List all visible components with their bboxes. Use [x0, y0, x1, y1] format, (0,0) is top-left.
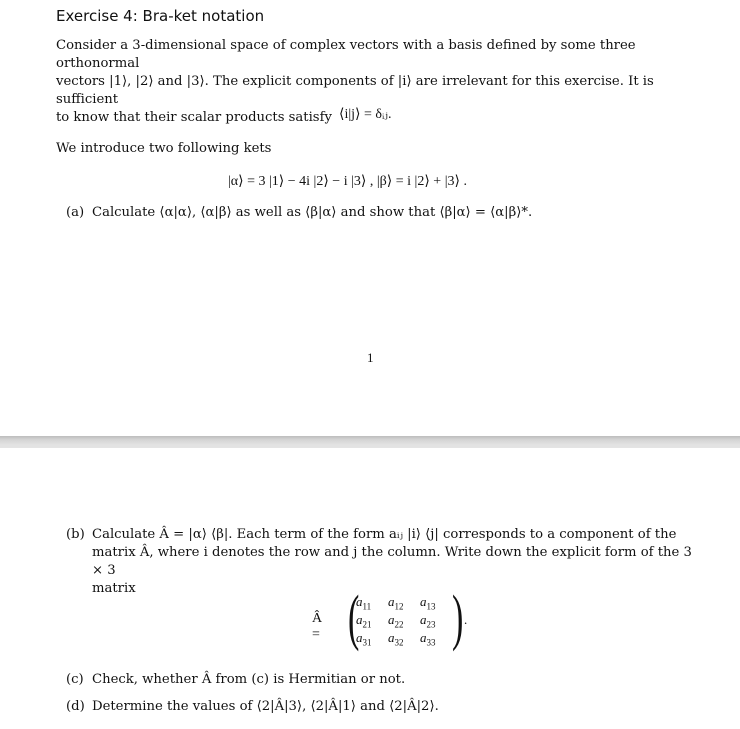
matrix-lhs: Â = [312, 611, 323, 642]
right-paren: ) [452, 584, 464, 652]
matrix-trailing-period: . [464, 612, 468, 627]
exercise-title: Exercise 4: Bra-ket notation [56, 7, 265, 25]
kets-equation: |α⟩ = 3 |1⟩ − 4i |2⟩ − i |3⟩ , |β⟩ = i |… [228, 174, 467, 189]
matrix-entry: a23 [420, 612, 436, 630]
matrix-entry: a33 [420, 630, 436, 648]
intro-line-1: Consider a 3-dimensional space of comple… [56, 38, 636, 71]
intro-line-2: vectors |1⟩, |2⟩ and |3⟩. The explicit c… [56, 74, 654, 107]
page-number: 1 [367, 350, 374, 365]
part-b-line-2: matrix Â, where i denotes the row and j … [92, 545, 692, 578]
kets-intro: We introduce two following kets [56, 141, 272, 156]
matrix-grid: a11 a12 a13 a21 a22 a23 a31 a32 a33 [356, 594, 452, 648]
part-b-line-1: Calculate Â = |α⟩ ⟨β|. Each term of the … [92, 527, 677, 542]
matrix-entry: a32 [388, 630, 404, 648]
part-a-label: (a) [66, 205, 85, 220]
matrix-entry: a22 [388, 612, 404, 630]
orthonormality-equation: ⟨i|j⟩ = δᵢⱼ. [339, 107, 392, 122]
matrix-entry: a31 [356, 630, 372, 648]
part-c: (c) Check, whether Â from (c) is Hermitia… [66, 671, 405, 689]
pdf-page-1: Exercise 4: Bra-ket notation Consider a … [0, 0, 740, 436]
matrix-entry: a13 [420, 594, 436, 612]
part-a: (a) Calculate ⟨α|α⟩, ⟨α|β⟩ as well as ⟨β|… [66, 204, 532, 222]
part-c-label: (c) [66, 672, 84, 687]
matrix-entry: a12 [388, 594, 404, 612]
part-d-text: Determine the values of ⟨2|Â|3⟩, ⟨2|Â|1⟩… [92, 699, 439, 714]
part-d-label: (d) [66, 699, 85, 714]
part-a-text: Calculate ⟨α|α⟩, ⟨α|β⟩ as well as ⟨β|α⟩ … [92, 205, 533, 220]
page-separator [0, 436, 740, 448]
part-b: (b) Calculate Â = |α⟩ ⟨β|. Each term of t… [66, 526, 706, 598]
part-c-text: Check, whether Â from (c) is Hermitian o… [92, 672, 406, 687]
part-d: (d) Determine the values of ⟨2|Â|3⟩, ⟨2|Â… [66, 698, 439, 716]
part-b-label: (b) [66, 527, 85, 542]
matrix-entry: a11 [356, 594, 372, 612]
matrix-entry: a21 [356, 612, 372, 630]
